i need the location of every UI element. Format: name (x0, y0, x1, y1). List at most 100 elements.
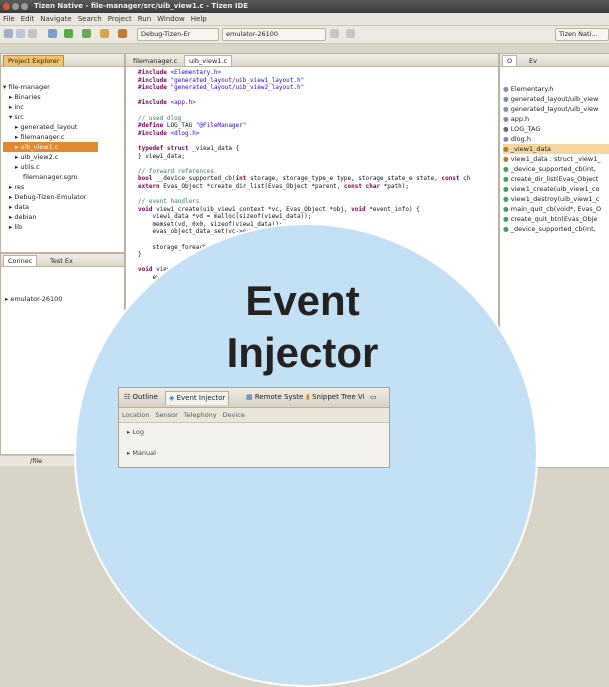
menu-help[interactable]: Help (191, 13, 207, 25)
code-line: // event handlers (138, 198, 200, 206)
tab-event-injector[interactable]: Ev (524, 55, 542, 66)
outline-item-label: create_dir_list(Evas_Object (510, 175, 599, 183)
outline-item-icon: ● (503, 175, 511, 183)
minimize-icon[interactable]: ▭ (367, 391, 380, 404)
menu-window[interactable]: Window (157, 13, 185, 25)
build-icon[interactable] (48, 29, 57, 38)
maximize-icon[interactable] (21, 3, 28, 10)
tab-uib-view1-c[interactable]: uib_view1.c (184, 55, 233, 66)
outline-item-label: generated_layout/uib_view (510, 105, 599, 113)
tab-filemanager-c[interactable]: filemanager.c (128, 55, 182, 66)
window-controls[interactable] (3, 3, 30, 12)
tab-snippet-tree[interactable]: ▮ Snippet Tree Vi (303, 391, 367, 404)
save-icon[interactable] (16, 29, 25, 38)
outline-item-label: _device_supported_cb(int, (510, 225, 596, 233)
menu-project[interactable]: Project (108, 13, 132, 25)
tools-icon[interactable] (100, 29, 109, 38)
code-line: #include <Elementary.h> (138, 69, 222, 76)
code-line: typedef struct _view1_data { (138, 144, 240, 152)
minimize-icon[interactable] (12, 3, 19, 10)
subtab-device[interactable]: Device (223, 408, 245, 422)
print-icon[interactable] (28, 29, 37, 38)
code-line: bool __device_supported_cb(int storage, … (138, 175, 471, 183)
subtab-telephony[interactable]: Telephony (184, 408, 217, 422)
outline-item-icon: ● (503, 215, 511, 223)
tree-item[interactable]: ▸ Debug-Tizen-Emulator (3, 192, 122, 202)
tree-item[interactable]: ▸ Binaries (3, 92, 122, 102)
outline-item[interactable]: ● generated_layout/uib_view (503, 104, 609, 114)
tab-outline[interactable]: O (502, 55, 518, 66)
tab-project-explorer[interactable]: Project Explorer (3, 55, 65, 66)
section-manual[interactable]: ▸ Manual (127, 449, 156, 457)
tree-item[interactable]: ▸ generated_layout (3, 122, 122, 132)
overlay-title-line1: Event (245, 277, 360, 324)
tree-item[interactable]: ▸ res (3, 182, 122, 192)
tree-item[interactable]: ▸ lib (3, 222, 122, 232)
section-log[interactable]: ▸ Log (127, 428, 144, 436)
outline-item[interactable]: ● _device_supported_cb(int, (503, 164, 609, 174)
menu-edit[interactable]: Edit (21, 13, 35, 25)
device-item[interactable]: ▸ emulator-26100 (5, 294, 62, 304)
outline-item[interactable]: ● _view1_data (503, 144, 609, 154)
outline-item[interactable]: ● _device_supported_cb(int, (503, 224, 609, 234)
nav-back-icon[interactable] (330, 29, 339, 38)
outline-item[interactable]: ● create_dir_list(Evas_Object (503, 174, 609, 184)
tree-item[interactable]: ▾ file-manager (3, 82, 122, 92)
outline-item-icon: ● (503, 125, 511, 133)
subtab-sensor[interactable]: Sensor (156, 408, 178, 422)
launch-icon[interactable] (118, 29, 127, 38)
outline-item[interactable]: ● view1_destroy(uib_view1_c (503, 194, 609, 204)
tab-remote-systems[interactable]: ▦ Remote Syste (243, 391, 306, 404)
tree-item[interactable]: ▸ filemanager.c (3, 132, 122, 142)
menu-search[interactable]: Search (78, 13, 102, 25)
outline-item-label: view1_destroy(uib_view1_c (510, 195, 600, 203)
outline-item[interactable]: ● main_quit_cb(void*, Evas_O (503, 204, 609, 214)
outline-item[interactable]: ● view1_create(uib_view1_co (503, 184, 609, 194)
debug-icon[interactable] (82, 29, 91, 38)
outline-item-icon: ● (503, 95, 511, 103)
menu-file[interactable]: File (3, 13, 15, 25)
menu-navigate[interactable]: Navigate (40, 13, 71, 25)
outline-item-label: main_quit_cb(void*, Evas_O (510, 205, 602, 213)
menu-run[interactable]: Run (138, 13, 151, 25)
tree-item[interactable]: ▸ inc (3, 102, 122, 112)
build-config-select[interactable]: Debug-Tizen-Er (137, 28, 219, 41)
outline-item-label: app.h (510, 115, 530, 123)
run-icon[interactable] (64, 29, 73, 38)
project-tree: ▾ file-manager ▸ Binaries ▸ inc ▾ src ▸ … (3, 82, 122, 232)
tab-test-explorer[interactable]: Test Ex (45, 255, 78, 266)
toolbar: Debug-Tizen-Er emulator-26100 Tizen Nati… (0, 26, 609, 44)
outline-item[interactable]: ● generated_layout/uib_view (503, 94, 609, 104)
tab-connection[interactable]: Connec (3, 255, 38, 266)
tree-item[interactable]: ▸ uib_view2.c (3, 152, 122, 162)
nav-forward-icon[interactable] (346, 29, 355, 38)
code-line: #include "generated_layout/uib_view2_lay… (138, 84, 305, 92)
tree-item[interactable]: ▾ src (3, 112, 122, 122)
status-text: /file (30, 457, 43, 465)
outline-item[interactable]: ● view1_data : struct _view1_ (503, 154, 609, 164)
tree-item[interactable]: ▸ utils.c (3, 162, 122, 172)
tree-item-selected[interactable]: ▸ uib_view1.c (3, 142, 98, 152)
tab-outline[interactable]: ☷ Outline (121, 391, 161, 404)
outline-item-label: Elementary.h (510, 85, 554, 93)
outline-item[interactable]: ● Elementary.h (503, 84, 609, 94)
tree-item[interactable]: ▸ data (3, 202, 122, 212)
tree-item[interactable]: ▸ debian (3, 212, 122, 222)
outline-item[interactable]: ● LOG_TAG (503, 124, 609, 134)
perspective-button[interactable]: Tizen Nati... (555, 28, 609, 41)
code-line: #include <dlog.h> (138, 129, 200, 137)
outline-item-icon: ● (503, 85, 511, 93)
outline-item[interactable]: ● app.h (503, 114, 609, 124)
subtab-location[interactable]: Location (122, 408, 150, 422)
outline-item[interactable]: ● create_quit_btn(Evas_Obje (503, 214, 609, 224)
new-icon[interactable] (4, 29, 13, 38)
outline-item[interactable]: ● dlog.h (503, 134, 609, 144)
outline-item-label: create_quit_btn(Evas_Obje (510, 215, 598, 223)
tree-item[interactable]: filemanager.sgm (3, 172, 122, 182)
code-line: extern Evas_Object *create_dir_list(Evas… (138, 182, 409, 190)
close-icon[interactable] (3, 3, 10, 10)
tab-event-injector[interactable]: ◈ Event Injector (165, 391, 230, 405)
target-select[interactable]: emulator-26100 (222, 28, 326, 41)
